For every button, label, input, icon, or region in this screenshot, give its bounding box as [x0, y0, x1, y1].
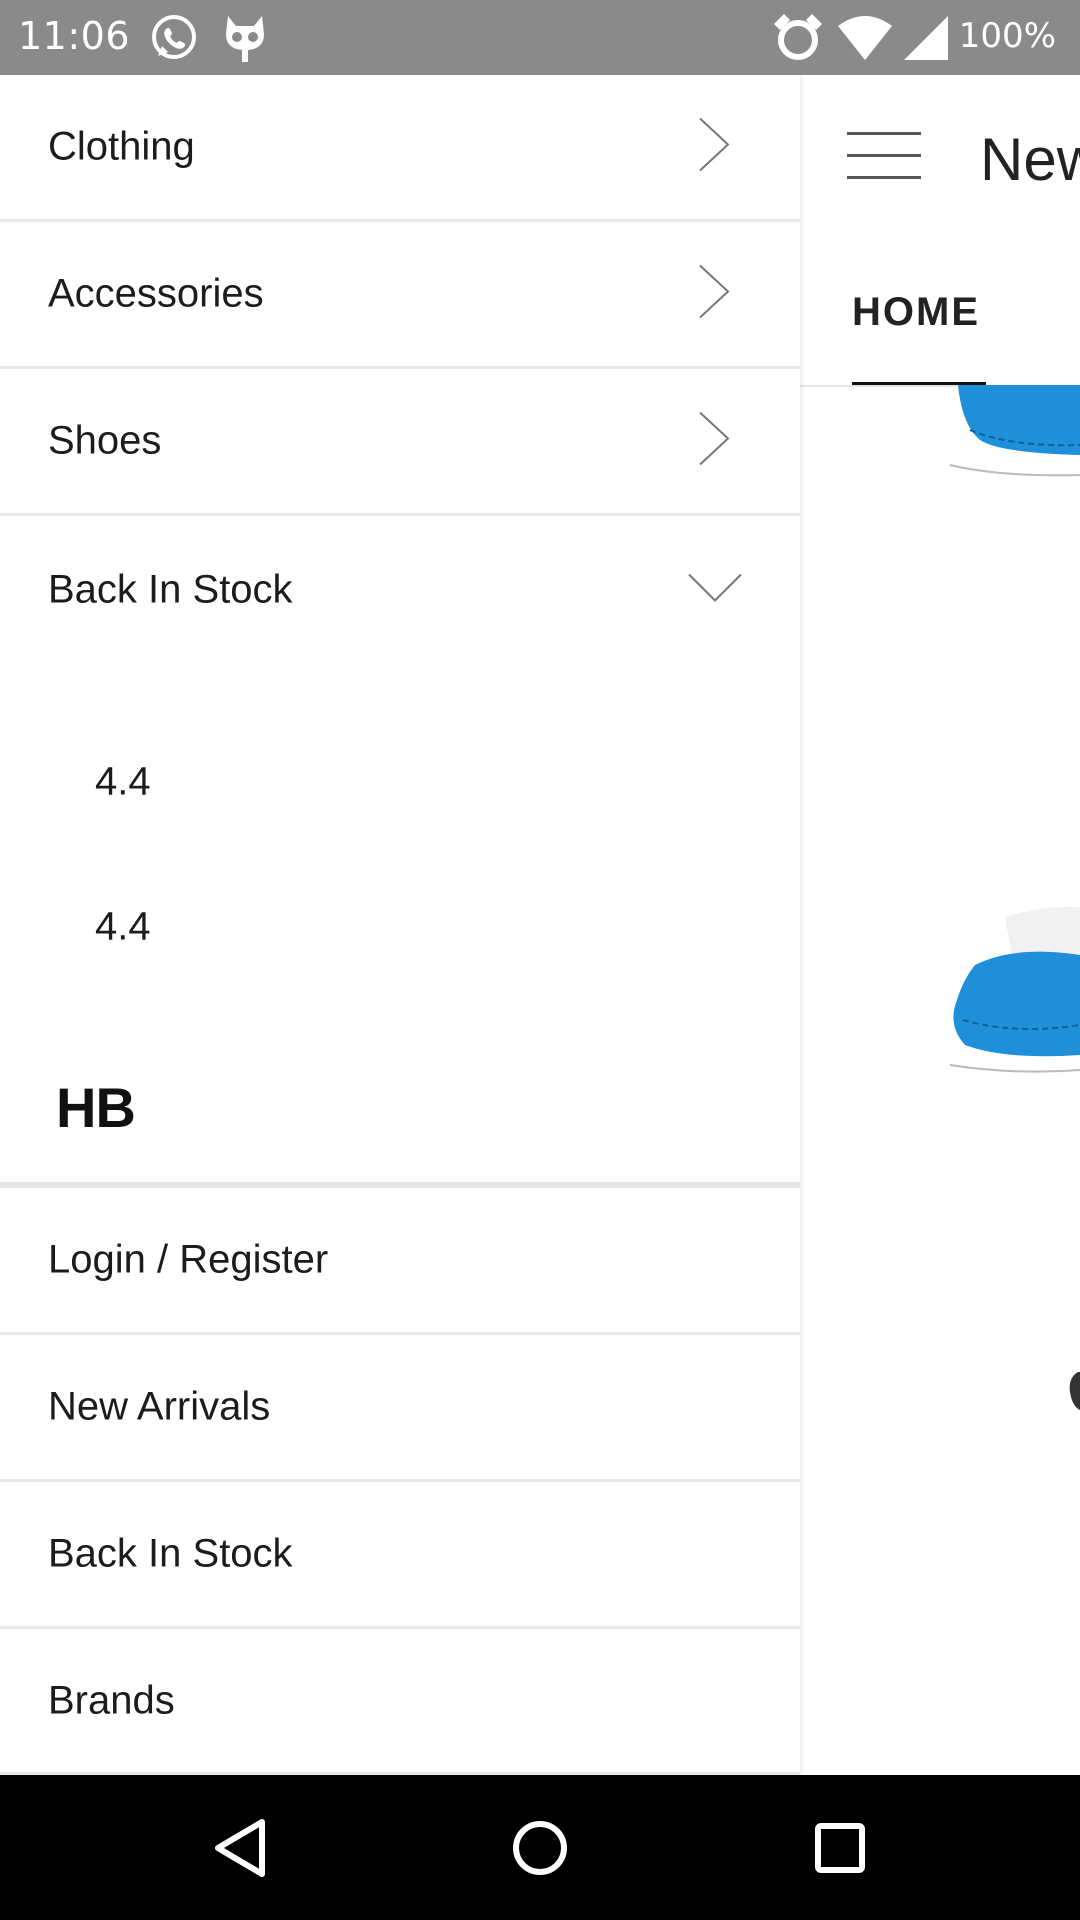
- menu-item-label: Clothing: [48, 124, 195, 169]
- home-icon[interactable]: [440, 1775, 640, 1920]
- chevron-right-icon: [696, 262, 732, 327]
- product-image[interactable]: [945, 905, 1080, 1075]
- menu-item-new-arrivals[interactable]: New Arrivals: [0, 1335, 800, 1482]
- navigation-drawer: Clothing Accessories Shoes Back In Stock…: [0, 75, 800, 1775]
- menu-item-brands[interactable]: Brands: [0, 1629, 800, 1775]
- chevron-down-icon: [686, 570, 744, 609]
- menu-item-back-in-stock[interactable]: Back In Stock: [0, 516, 800, 663]
- submenu-item-label: 4.4: [95, 759, 151, 804]
- tab-home[interactable]: HOME: [852, 290, 980, 335]
- product-image[interactable]: [940, 385, 1080, 485]
- menu-item-label: Brands: [48, 1678, 175, 1722]
- app-title: New: [980, 126, 1080, 193]
- menu-item-label: Accessories: [48, 271, 264, 316]
- menu-item-label: Shoes: [48, 418, 162, 463]
- chevron-right-icon: [696, 115, 732, 180]
- menu-item-clothing[interactable]: Clothing: [0, 75, 800, 222]
- wifi-icon: [836, 12, 894, 69]
- back-icon[interactable]: [140, 1775, 340, 1920]
- menu-icon[interactable]: [847, 128, 921, 184]
- menu-item-label: Login / Register: [48, 1237, 329, 1282]
- signal-icon: [902, 12, 950, 69]
- menu-item-accessories[interactable]: Accessories: [0, 222, 800, 369]
- whatsapp-icon: [148, 12, 200, 69]
- cyanogen-icon: [222, 12, 268, 69]
- menu-item-label: Back In Stock: [48, 1531, 293, 1576]
- alarm-icon: [770, 12, 826, 69]
- submenu-item[interactable]: 4.4: [0, 855, 800, 999]
- submenu-item[interactable]: 4.4: [0, 710, 800, 854]
- menu-item-shoes[interactable]: Shoes: [0, 369, 800, 516]
- status-bar: 11:06 100%: [0, 0, 1080, 75]
- status-time: 11:06: [18, 14, 131, 58]
- submenu-item-label: 4.4: [95, 904, 151, 949]
- chevron-right-icon: [696, 409, 732, 474]
- battery-percentage: 100%: [958, 16, 1056, 56]
- recents-icon[interactable]: [740, 1775, 940, 1920]
- menu-item-login-register[interactable]: Login / Register: [0, 1188, 800, 1335]
- brand-logo: HB: [56, 1076, 136, 1139]
- menu-item-label: Back In Stock: [48, 567, 293, 611]
- system-navigation-bar: [0, 1775, 1080, 1920]
- menu-item-label: New Arrivals: [48, 1384, 271, 1429]
- product-image[interactable]: [1066, 1370, 1080, 1420]
- menu-item-back-in-stock-link[interactable]: Back In Stock: [0, 1482, 800, 1629]
